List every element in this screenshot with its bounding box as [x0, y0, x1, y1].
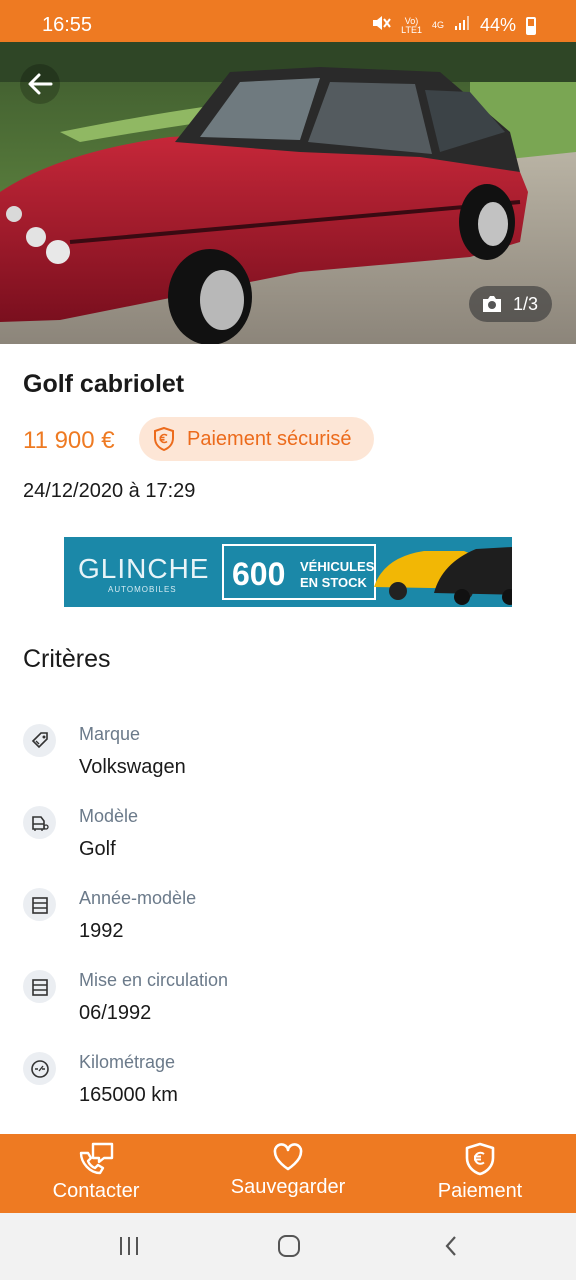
secure-payment-badge[interactable]: Paiement sécurisé — [139, 417, 374, 461]
criteria-value: 1992 — [79, 920, 124, 942]
recent-apps-icon — [120, 1237, 138, 1255]
payment-label: Paiement — [437, 1180, 523, 1202]
criteria-item-model: Modèle Golf — [23, 806, 543, 876]
back-button[interactable] — [20, 64, 60, 104]
euro-shield-icon — [154, 427, 174, 451]
contact-button[interactable]: Contacter — [0, 1134, 192, 1213]
criteria-label: Kilométrage — [79, 1052, 176, 1072]
listing-date: 24/12/2020 à 17:29 — [23, 480, 196, 502]
recent-apps-button[interactable] — [112, 1231, 146, 1261]
criteria-title: Critères — [23, 645, 111, 673]
ad-count: 600 — [232, 556, 286, 592]
criteria-label: Mise en circulation — [79, 970, 229, 990]
criteria-value: Volkswagen — [79, 756, 186, 778]
photo-counter[interactable]: 1/3 — [468, 286, 552, 322]
euro-shield-icon — [465, 1142, 495, 1176]
criteria-item-model-year: Année-modèle 1992 — [23, 888, 543, 958]
photo-counter-text: 1/3 — [512, 293, 538, 314]
battery-percent: 44% — [479, 15, 516, 35]
home-icon — [278, 1235, 300, 1257]
criteria-item-mileage: Kilométrage 165000 km — [23, 1052, 543, 1122]
criteria-item-registration: Mise en circulation 06/1992 — [23, 970, 543, 1040]
contact-label: Contacter — [52, 1180, 140, 1202]
battery-icon — [526, 16, 536, 35]
tag-icon — [23, 724, 56, 757]
status-icons: Vo) LTE1 4G 44% — [371, 14, 536, 37]
status-bar: 16:55 Vo) LTE1 4G 44% — [0, 0, 576, 42]
save-label: Sauvegarder — [230, 1176, 346, 1198]
criteria-label: Marque — [79, 724, 141, 744]
data-type-indicator: 4G — [431, 20, 444, 30]
ad-banner[interactable]: GLINCHE AUTOMOBILES 600 VÉHICULES EN STO… — [64, 537, 512, 607]
home-button[interactable] — [272, 1231, 306, 1261]
ad-cars-image — [374, 547, 512, 605]
arrow-left-icon — [28, 73, 53, 95]
car-model-icon — [23, 806, 56, 839]
secure-payment-label: Paiement sécurisé — [187, 427, 352, 450]
chevron-left-icon — [445, 1236, 456, 1256]
volte-indicator: Vo) LTE1 — [401, 15, 422, 35]
action-bar: Contacter Sauvegarder Paiement — [0, 1134, 576, 1213]
mute-icon — [371, 14, 391, 37]
listing-title: Golf cabriolet — [23, 370, 185, 398]
calendar-icon — [23, 970, 56, 1003]
calendar-icon — [23, 888, 56, 921]
criteria-label: Année-modèle — [79, 888, 197, 908]
criteria-label: Modèle — [79, 806, 139, 826]
heart-icon — [273, 1143, 303, 1171]
criteria-value: 06/1992 — [79, 1002, 152, 1024]
contact-icon — [79, 1142, 114, 1175]
camera-icon — [482, 296, 501, 312]
listing-photo[interactable]: 1/3 — [0, 42, 576, 344]
signal-icon — [454, 15, 470, 36]
ad-brand-sub: AUTOMOBILES — [108, 585, 177, 594]
ad-line2: EN STOCK — [300, 575, 367, 590]
save-button[interactable]: Sauvegarder — [192, 1134, 384, 1213]
ad-stock-box: 600 VÉHICULES EN STOCK — [222, 544, 376, 600]
system-back-button[interactable] — [434, 1231, 468, 1261]
system-navigation — [0, 1213, 576, 1280]
criteria-item-brand: Marque Volkswagen — [23, 724, 543, 794]
ad-brand: GLINCHE — [78, 553, 210, 584]
listing-price: 11 900 € — [23, 427, 115, 454]
criteria-value: Golf — [79, 838, 116, 860]
criteria-value: 165000 km — [79, 1084, 178, 1106]
speedometer-icon — [23, 1052, 56, 1085]
payment-button[interactable]: Paiement — [384, 1134, 576, 1213]
status-time: 16:55 — [42, 14, 93, 36]
